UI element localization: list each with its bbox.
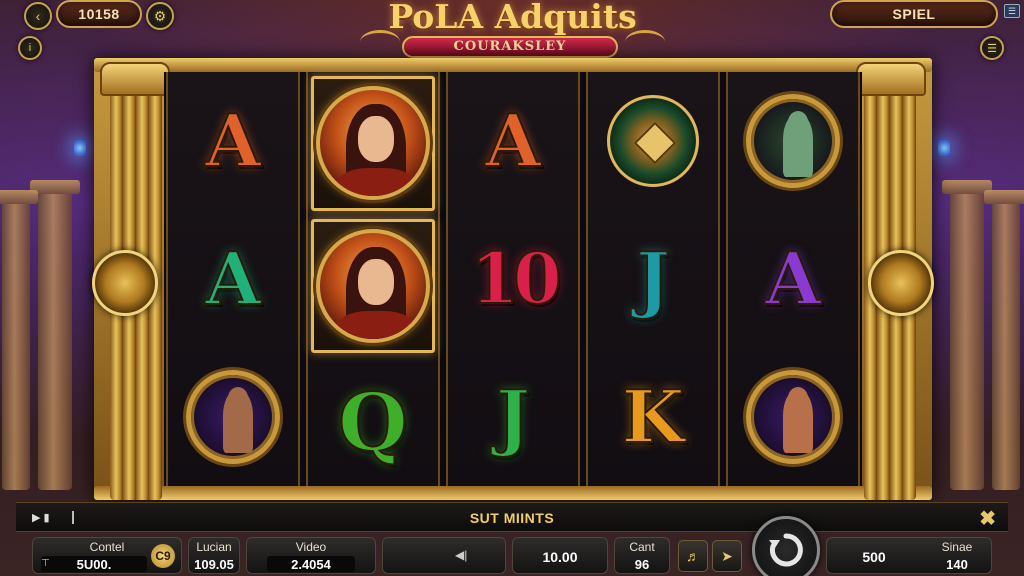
right-medallion: [868, 250, 934, 316]
info-icon[interactable]: i: [18, 36, 42, 60]
coin-icon[interactable]: C9: [151, 544, 175, 568]
reel-cell: [728, 72, 858, 210]
ticker-message: SUT MIINTS: [469, 510, 555, 526]
lucian-label: Lucian: [196, 540, 232, 554]
reel-cell: [728, 348, 858, 486]
symbol-a: A: [204, 98, 262, 183]
reel-cell: [311, 218, 435, 354]
symbol-q: Q: [337, 374, 409, 469]
balance-value: 10158: [78, 6, 120, 22]
lucian-value: 109.05: [194, 557, 234, 572]
cant-panel: Cant 96: [614, 537, 670, 574]
frame-top-trim: [94, 58, 932, 72]
shield-emblem-icon: [607, 95, 699, 187]
reel-cell: 10: [448, 210, 578, 348]
sinae-value: 140: [946, 557, 968, 572]
background-column: [30, 180, 80, 490]
background-column: [984, 190, 1024, 490]
symbol-a: A: [204, 236, 262, 321]
bet-amount: 10.00: [542, 549, 578, 565]
reel-grid: A A Q A 10 J J K A: [164, 72, 862, 486]
back-icon[interactable]: ‹: [24, 2, 52, 30]
heroine-portrait-icon: [316, 229, 430, 343]
sound-icon[interactable]: ♬: [678, 540, 708, 572]
reel-column: A: [726, 72, 860, 486]
symbol-j: J: [495, 374, 531, 459]
warrior-coin-icon: [186, 370, 280, 464]
lucian-panel: Lucian 109.05: [188, 537, 240, 574]
turbo-icon[interactable]: ➤: [712, 540, 742, 572]
control-panel: Contel 5U00. ⊤ C9: [32, 537, 182, 574]
left-medallion: [92, 250, 158, 316]
reel-cell: J: [588, 210, 718, 348]
reel-cell: K: [588, 348, 718, 486]
reel-cell: A: [168, 210, 298, 348]
reel-cell: [311, 76, 435, 211]
cant-label: Cant: [629, 540, 655, 554]
reel-column: JK: [586, 72, 720, 486]
fullscreen-icon[interactable]: ☰: [1004, 4, 1020, 18]
video-value: 2.4054: [291, 557, 331, 572]
symbol-a: A: [764, 236, 822, 321]
reel-column: A 10 J: [446, 72, 580, 486]
goblin-coin-icon: [746, 94, 840, 188]
balance-pill: 10158: [56, 0, 142, 28]
bet-value-panel: 10.00: [512, 537, 608, 574]
settings-icon[interactable]: ⚙: [146, 2, 174, 30]
message-ticker: ▶ ▮ SUT MIINTS ✖: [16, 502, 1008, 532]
reel-cell: A: [448, 72, 578, 210]
reel-cell: A: [728, 210, 858, 348]
game-title: PoLA Adquits: [388, 0, 637, 36]
total-bet-value: 500: [862, 549, 886, 565]
logo-ornament: [360, 30, 400, 54]
spiel-label: SPIEL: [892, 6, 936, 22]
heroine-portrait-icon: [316, 86, 430, 201]
video-label: Video: [295, 540, 327, 554]
video-panel: Video 2.4054: [246, 537, 376, 574]
total-bet-panel: 500 Sinae 140: [826, 537, 992, 574]
reel-column: Q: [306, 72, 440, 486]
warrior-coin-icon: [746, 370, 840, 464]
symbol-10: 10: [469, 237, 562, 320]
logo-ornament: [625, 30, 665, 54]
cant-value: 96: [634, 557, 650, 572]
game-subtitle: COURAKSLEY: [402, 36, 618, 58]
symbol-a: A: [484, 98, 542, 183]
symbol-k: K: [621, 374, 686, 459]
autoplay-panel[interactable]: ◀|: [382, 537, 506, 574]
reel-column: AA: [166, 72, 300, 486]
wall-lamp: [938, 140, 950, 156]
reel-cell: [168, 348, 298, 486]
wall-lamp: [74, 140, 86, 156]
spin-button[interactable]: [752, 516, 820, 576]
control-value: 5U00.: [76, 557, 112, 572]
spiel-button[interactable]: SPIEL: [830, 0, 998, 28]
background-column: [0, 190, 38, 490]
reel-cell: Q: [308, 357, 438, 486]
menu-icon[interactable]: ☰: [980, 36, 1004, 60]
frame-bottom-trim: [94, 486, 932, 500]
pillar-capital: [856, 62, 926, 96]
symbol-j: J: [635, 236, 671, 321]
reel-cell: [588, 72, 718, 210]
game-logo: PoLA Adquits COURAKSLEY: [360, 0, 665, 60]
arrow-icon: ⊤: [41, 558, 50, 569]
reel-cell: A: [168, 72, 298, 210]
pillar-capital: [100, 62, 170, 96]
close-icon[interactable]: ✖: [979, 506, 996, 531]
background-column: [942, 180, 992, 490]
reel-cell: J: [448, 348, 578, 486]
step-icon: ◀|: [455, 548, 468, 562]
sinae-label: Sinae: [941, 540, 973, 554]
refresh-icon: [769, 533, 803, 567]
